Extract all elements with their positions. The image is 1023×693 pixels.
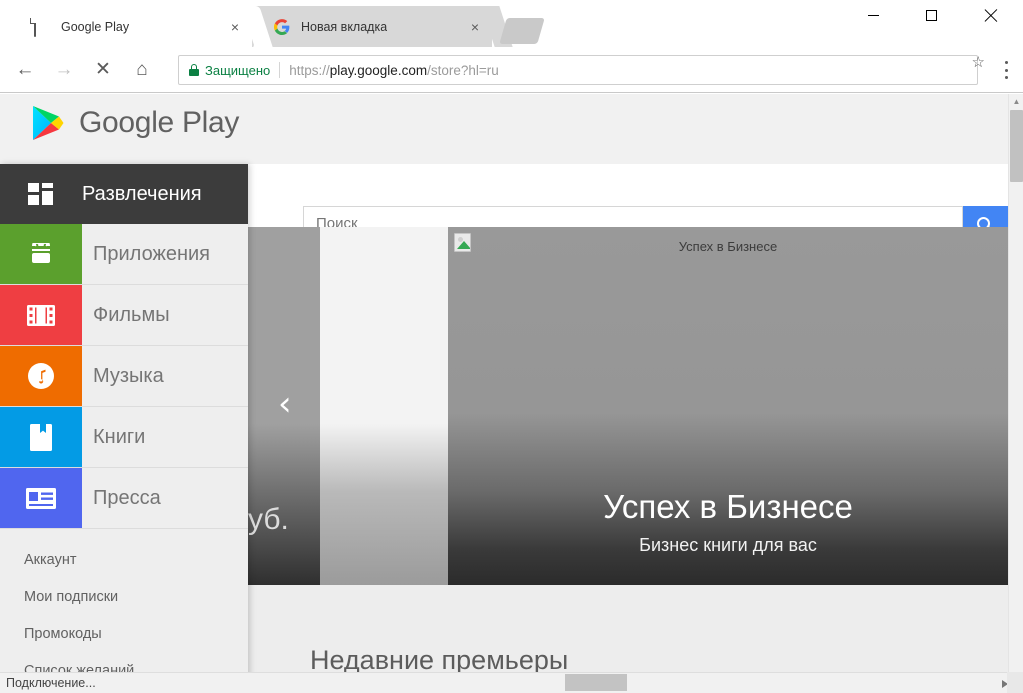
sidebar-item-books[interactable]: Книги <box>0 407 248 467</box>
page-viewport: Google Play уб. ‹ Успех в Бизнесе Успех … <box>0 94 1023 693</box>
carousel-active-slide[interactable]: Успех в Бизнесе Успех в Бизнесе Бизнес к… <box>448 227 1008 585</box>
status-text: Подключение... <box>6 676 96 690</box>
sidebar-item-account[interactable]: Аккаунт <box>0 541 248 578</box>
play-sidebar: Развлечения Приложения Фильмы Музыка Кни… <box>0 164 248 693</box>
document-icon <box>34 17 50 37</box>
window-maximize-button[interactable] <box>908 0 954 30</box>
new-tab-button[interactable] <box>499 18 545 44</box>
forward-button[interactable]: → <box>50 56 78 84</box>
url-text: https://play.google.com/store?hl=ru <box>289 63 499 78</box>
slide-title: Успех в Бизнесе <box>603 488 853 525</box>
android-icon <box>0 224 82 284</box>
play-triangle-icon <box>30 104 65 142</box>
page-vertical-scrollbar[interactable]: ▲ ▼ <box>1008 94 1023 693</box>
sidebar-sub-label: Промокоды <box>24 625 102 642</box>
tab-title: Google Play <box>61 19 130 34</box>
google-play-logo[interactable]: Google Play <box>30 104 239 142</box>
music-icon <box>0 346 82 406</box>
window-close-button[interactable] <box>968 0 1014 30</box>
omnibox-divider <box>279 62 281 78</box>
carousel-previous-slide-peek[interactable]: уб. ‹ <box>248 227 320 585</box>
slide-subtitle: Бизнес книги для вас <box>639 535 817 555</box>
tab-new-tab[interactable]: Новая вкладка × <box>258 6 492 47</box>
sidebar-item-entertainment[interactable]: Развлечения <box>0 164 248 224</box>
tiles-icon <box>0 182 82 206</box>
tab-title: Новая вкладка <box>301 19 388 34</box>
window-minimize-button[interactable] <box>850 0 896 30</box>
browser-window: Google Play × Новая вкладка × ← → ✕ ⌂ За… <box>0 0 1023 693</box>
carousel-prev-arrow-icon[interactable]: ‹ <box>278 387 300 423</box>
url-host: play.google.com <box>329 62 428 78</box>
address-bar[interactable]: Защищено https://play.google.com/store?h… <box>178 55 978 85</box>
scrollbar-thumb[interactable] <box>1010 110 1023 182</box>
sidebar-item-label: Развлечения <box>82 182 202 205</box>
url-path: /store?hl=ru <box>427 62 499 78</box>
sidebar-item-label: Приложения <box>93 242 211 265</box>
previous-slide-partial-text: уб. <box>248 503 289 536</box>
sidebar-item-newsstand[interactable]: Пресса <box>0 468 248 528</box>
sidebar-item-apps[interactable]: Приложения <box>0 224 248 284</box>
tab-strip: Google Play × Новая вкладка × <box>0 0 1023 47</box>
browser-menu-icon[interactable] <box>999 59 1013 81</box>
tab-google-play[interactable]: Google Play × <box>18 6 252 47</box>
hero-carousel: уб. ‹ Успех в Бизнесе Успех в Бизнесе Би… <box>248 227 1008 585</box>
taskbar-item[interactable] <box>565 674 627 691</box>
sidebar-item-label: Пресса <box>93 486 161 509</box>
google-play-wordmark: Google Play <box>79 106 240 139</box>
sidebar-item-promo-codes[interactable]: Промокоды <box>0 615 248 652</box>
lock-icon <box>189 64 199 76</box>
bookmark-star-icon[interactable]: ☆ <box>972 53 985 71</box>
home-button[interactable]: ⌂ <box>128 56 156 84</box>
google-g-icon <box>274 18 290 35</box>
sidebar-item-subscriptions[interactable]: Мои подписки <box>0 578 248 615</box>
scroll-up-arrow-icon[interactable]: ▲ <box>1009 94 1023 109</box>
carousel-slide-gap <box>320 227 448 585</box>
tab-close-button[interactable]: × <box>227 19 243 35</box>
film-icon <box>0 285 82 345</box>
sidebar-item-label: Музыка <box>93 364 164 387</box>
browser-toolbar: ← → ✕ ⌂ Защищено https://play.google.com… <box>0 47 1023 93</box>
sidebar-sub-label: Мои подписки <box>24 588 119 605</box>
news-icon <box>0 468 82 528</box>
horizontal-scroll-end[interactable] <box>1007 672 1023 693</box>
back-button[interactable]: ← <box>11 56 39 84</box>
tab-close-button[interactable]: × <box>467 19 483 35</box>
sidebar-item-label: Фильмы <box>93 303 170 326</box>
stop-loading-button[interactable]: ✕ <box>89 56 117 84</box>
security-label: Защищено <box>205 62 271 78</box>
sidebar-item-movies[interactable]: Фильмы <box>0 285 248 345</box>
play-store-header: Google Play <box>0 94 1008 164</box>
sidebar-item-label: Книги <box>93 425 146 448</box>
book-icon <box>0 407 82 467</box>
slide-alt-text: Успех в Бизнесе <box>678 239 778 254</box>
sidebar-item-music[interactable]: Музыка <box>0 346 248 406</box>
status-bar: Подключение... <box>0 672 1023 693</box>
sidebar-sub-label: Аккаунт <box>24 551 77 568</box>
url-scheme: https:// <box>289 62 330 78</box>
